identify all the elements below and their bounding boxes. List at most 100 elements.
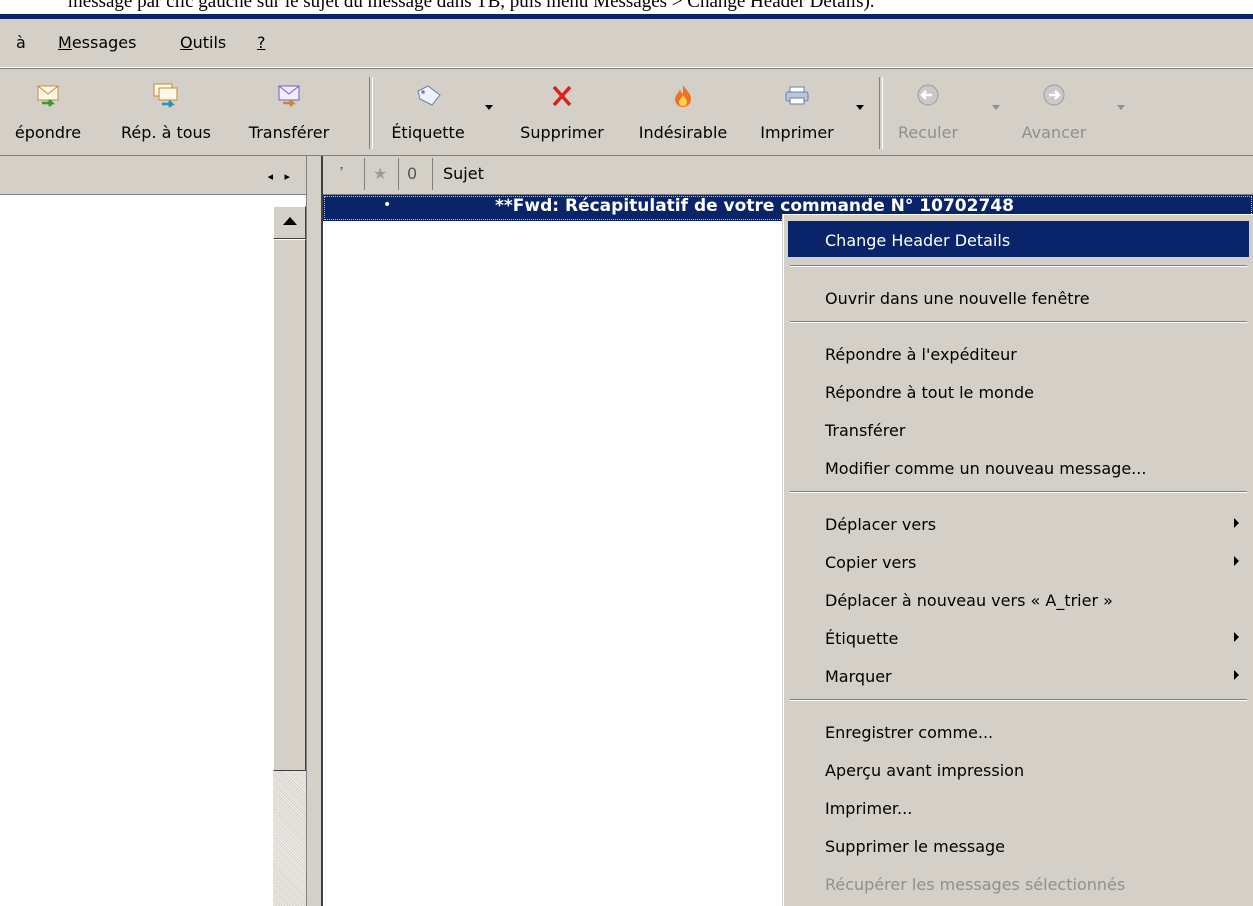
menu-help-label: ? bbox=[257, 33, 266, 52]
menu-item-move-to[interactable]: Déplacer vers bbox=[788, 505, 1249, 541]
menu-item-label: Modifier comme un nouveau message... bbox=[825, 459, 1147, 478]
forward-nav-dropdown-arrow[interactable] bbox=[1117, 105, 1125, 110]
main-toolbar: épondre Rép. à tous Transférer Étiquette… bbox=[0, 68, 1253, 156]
menu-tools[interactable]: Outils bbox=[180, 33, 226, 52]
menu-item-label: Ouvrir dans une nouvelle fenêtre bbox=[825, 289, 1090, 308]
menu-item-label: Copier vers bbox=[825, 553, 917, 572]
delete-label: Supprimer bbox=[520, 123, 604, 142]
print-button[interactable]: Imprimer bbox=[748, 69, 846, 155]
menu-item-label: Déplacer vers bbox=[825, 515, 937, 534]
star-icon: ★ bbox=[373, 164, 388, 183]
menu-item-label: Transférer bbox=[825, 421, 906, 440]
menu-messages-rest: essages bbox=[71, 33, 137, 52]
toolbar-separator bbox=[369, 77, 373, 149]
folder-pane-header: ◂ ▸ bbox=[0, 156, 306, 195]
star-column-header[interactable]: ★ bbox=[365, 158, 399, 190]
subject-column-header[interactable]: Sujet bbox=[433, 158, 1253, 190]
menu-go-partial[interactable]: à bbox=[16, 33, 26, 52]
menu-item-label: Répondre à l'expéditeur bbox=[825, 345, 1017, 364]
menu-item-label: Enregistrer comme... bbox=[825, 723, 994, 742]
menu-item-move-again[interactable]: Déplacer à nouveau vers « A_trier » bbox=[788, 581, 1249, 617]
flame-icon bbox=[675, 85, 691, 107]
thread-icon: ߴ bbox=[339, 164, 345, 183]
paperclip-icon: 0 bbox=[407, 164, 418, 183]
junk-label: Indésirable bbox=[638, 123, 728, 142]
menu-item-reply-all[interactable]: Répondre à tout le monde bbox=[788, 373, 1249, 409]
menu-item-print-preview[interactable]: Aperçu avant impression bbox=[788, 751, 1249, 787]
menu-item-label: Déplacer à nouveau vers « A_trier » bbox=[825, 591, 1113, 610]
menu-item-delete-message[interactable]: Supprimer le message bbox=[788, 827, 1249, 863]
forward-icon bbox=[278, 85, 300, 107]
back-arrow-icon bbox=[917, 84, 939, 106]
menu-separator bbox=[790, 699, 1247, 701]
pane-splitter[interactable] bbox=[306, 156, 323, 906]
submenu-arrow-icon bbox=[1234, 556, 1239, 566]
reply-icon bbox=[37, 85, 59, 107]
tag-label: Étiquette bbox=[391, 123, 465, 142]
menu-item-forward[interactable]: Transférer bbox=[788, 411, 1249, 447]
menu-item-label: Répondre à tout le monde bbox=[825, 383, 1034, 402]
menu-bar: à Messages Outils ? bbox=[0, 19, 1253, 68]
subject-column-label: Sujet bbox=[443, 164, 484, 183]
submenu-arrow-icon bbox=[1234, 632, 1239, 642]
print-label: Imprimer bbox=[760, 123, 834, 142]
reply-button[interactable]: épondre bbox=[0, 69, 96, 155]
menu-item-label: Récupérer les messages sélectionnés bbox=[825, 875, 1126, 894]
menu-item-open-new-window[interactable]: Ouvrir dans une nouvelle fenêtre bbox=[788, 279, 1249, 315]
menu-separator bbox=[790, 491, 1247, 493]
menu-item-tag[interactable]: Étiquette bbox=[788, 619, 1249, 655]
menu-item-save-as[interactable]: Enregistrer comme... bbox=[788, 713, 1249, 749]
message-subject: **Fwd: Récapitulatif de votre commande N… bbox=[495, 196, 1014, 216]
delete-button[interactable]: Supprimer bbox=[506, 69, 618, 155]
tag-dropdown-arrow[interactable] bbox=[485, 105, 493, 110]
forward-label: Transférer bbox=[248, 123, 330, 142]
menu-item-label: Supprimer le message bbox=[825, 837, 1006, 856]
menu-item-reply-sender[interactable]: Répondre à l'expéditeur bbox=[788, 335, 1249, 371]
menu-item-change-header-details[interactable]: Change Header Details bbox=[788, 221, 1249, 257]
thread-column-header[interactable]: ߴ bbox=[331, 158, 365, 190]
print-dropdown-arrow[interactable] bbox=[856, 105, 864, 110]
attachment-column-header[interactable]: 0 bbox=[399, 158, 433, 190]
reply-all-icon bbox=[153, 83, 178, 108]
reply-label: épondre bbox=[14, 123, 82, 142]
back-button[interactable]: Reculer bbox=[886, 69, 970, 155]
folder-pane: ◂ ▸ bbox=[0, 156, 306, 906]
unread-dot-icon: • bbox=[383, 197, 392, 213]
menu-item-print[interactable]: Imprimer... bbox=[788, 789, 1249, 825]
pane-switch-arrows[interactable]: ◂ ▸ bbox=[267, 170, 294, 183]
tag-button[interactable]: Étiquette bbox=[378, 69, 478, 155]
forward-nav-label: Avancer bbox=[1021, 123, 1087, 142]
menu-item-copy-to[interactable]: Copier vers bbox=[788, 543, 1249, 579]
scroll-thumb[interactable] bbox=[273, 239, 306, 771]
menu-item-label: Marquer bbox=[825, 667, 892, 686]
menu-item-get-selected-messages[interactable]: Récupérer les messages sélectionnés bbox=[788, 865, 1249, 901]
context-menu: Change Header Details Ouvrir dans une no… bbox=[783, 214, 1253, 906]
reply-all-label: Rép. à tous bbox=[121, 123, 211, 142]
menu-messages[interactable]: Messages bbox=[58, 33, 136, 52]
menu-item-label: Étiquette bbox=[825, 629, 899, 648]
folder-vertical-scrollbar[interactable] bbox=[273, 206, 306, 906]
back-dropdown-arrow[interactable] bbox=[992, 105, 1000, 110]
scroll-up-button[interactable] bbox=[273, 206, 306, 239]
column-header-bar: ߴ ★ 0 Sujet bbox=[323, 156, 1253, 195]
forward-button[interactable]: Transférer bbox=[228, 69, 350, 155]
back-label: Reculer bbox=[897, 123, 959, 142]
menu-item-mark[interactable]: Marquer bbox=[788, 657, 1249, 693]
menu-item-label: Imprimer... bbox=[825, 799, 913, 818]
printer-icon bbox=[785, 86, 809, 105]
reply-all-button[interactable]: Rép. à tous bbox=[106, 69, 226, 155]
menu-item-label: Aperçu avant impression bbox=[825, 761, 1025, 780]
caption-text: message par clic gauche sur le sujet du … bbox=[68, 0, 875, 12]
menu-item-edit-as-new[interactable]: Modifier comme un nouveau message... bbox=[788, 449, 1249, 485]
forward-nav-button[interactable]: Avancer bbox=[1006, 69, 1102, 155]
junk-button[interactable]: Indésirable bbox=[622, 69, 744, 155]
submenu-arrow-icon bbox=[1234, 670, 1239, 680]
menu-help[interactable]: ? bbox=[257, 33, 266, 52]
forward-arrow-icon bbox=[1043, 84, 1065, 106]
menu-tools-rest: utils bbox=[192, 33, 227, 52]
delete-icon bbox=[552, 85, 572, 107]
menu-separator bbox=[790, 265, 1247, 267]
submenu-arrow-icon bbox=[1234, 518, 1239, 528]
caption-text-strip: message par clic gauche sur le sujet du … bbox=[0, 0, 1253, 14]
scroll-up-arrow-icon bbox=[283, 217, 297, 225]
